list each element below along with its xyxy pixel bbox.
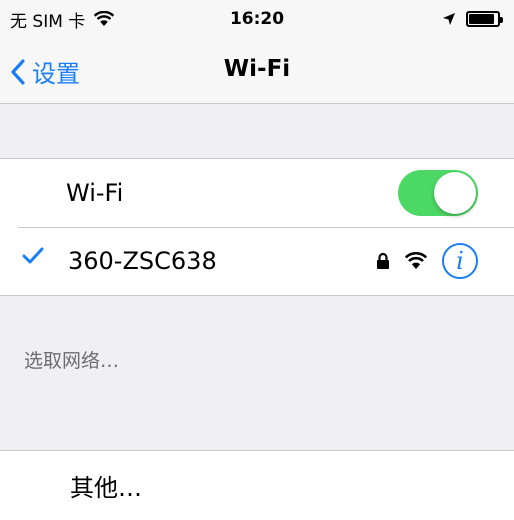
other-network-row[interactable]: 其他…: [0, 451, 514, 519]
lock-icon: [377, 252, 389, 269]
wifi-toggle-row: Wi-Fi: [0, 159, 514, 227]
network-status-icons: i: [376, 243, 478, 279]
wifi-signal-icon: [404, 252, 428, 269]
info-icon[interactable]: i: [442, 243, 478, 279]
section-header-choose-network: 选取网络…: [24, 350, 120, 372]
wifi-signal-icon: [94, 11, 115, 26]
battery-icon: [466, 11, 503, 27]
battery-level: [469, 14, 495, 24]
carrier-label: 无 SIM 卡: [10, 11, 86, 32]
checkmark-icon: [22, 247, 44, 264]
info-glyph: i: [456, 247, 464, 275]
connected-network-row[interactable]: 360-ZSC638 i: [0, 227, 514, 295]
wifi-toggle[interactable]: [398, 170, 478, 216]
nav-bar: 设置 Wi-Fi: [0, 38, 514, 104]
other-label: 其他…: [70, 473, 142, 502]
page-title: Wi-Fi: [223, 56, 291, 82]
other-section: 其他…: [0, 450, 514, 520]
wifi-label: Wi-Fi: [66, 179, 124, 207]
wifi-section: Wi-Fi 360-ZSC638 i: [0, 158, 514, 296]
status-bar: 无 SIM 卡 16:20: [0, 0, 514, 38]
status-bar-right: [442, 11, 503, 27]
toggle-knob: [434, 172, 476, 214]
status-bar-left: 无 SIM 卡: [10, 7, 115, 32]
location-arrow-icon: [443, 13, 455, 25]
network-name: 360-ZSC638: [68, 247, 217, 275]
